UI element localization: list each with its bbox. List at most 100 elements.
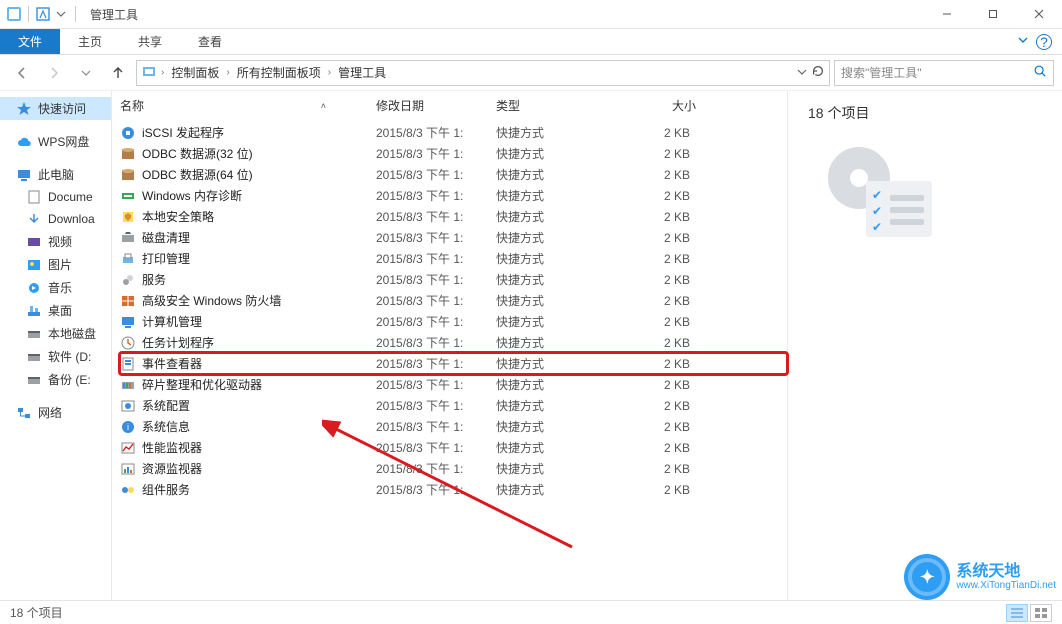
file-size: 2 KB	[616, 420, 696, 434]
file-row[interactable]: 资源监视器2015/8/3 下午 1:快捷方式2 KB	[120, 458, 787, 479]
file-size: 2 KB	[616, 273, 696, 287]
file-row[interactable]: 组件服务2015/8/3 下午 1:快捷方式2 KB	[120, 479, 787, 500]
ribbon-tab-home[interactable]: 主页	[60, 29, 120, 54]
file-size: 2 KB	[616, 252, 696, 266]
file-row[interactable]: 系统配置2015/8/3 下午 1:快捷方式2 KB	[120, 395, 787, 416]
file-row[interactable]: 本地安全策略2015/8/3 下午 1:快捷方式2 KB	[120, 206, 787, 227]
qat-dropdown-icon[interactable]	[53, 6, 69, 22]
file-type: 快捷方式	[496, 376, 616, 393]
nav-up-button[interactable]	[104, 59, 132, 87]
file-row[interactable]: iSCSI 发起程序2015/8/3 下午 1:快捷方式2 KB	[120, 122, 787, 143]
column-name[interactable]: 名称˄	[120, 97, 376, 114]
search-box[interactable]: 搜索"管理工具"	[834, 60, 1054, 86]
file-row[interactable]: 服务2015/8/3 下午 1:快捷方式2 KB	[120, 269, 787, 290]
sidebar-pc-child[interactable]: 图片	[0, 253, 111, 276]
chevron-right-icon[interactable]: ›	[226, 67, 229, 78]
sidebar-pc-child[interactable]: Docume	[0, 186, 111, 208]
view-large-button[interactable]	[1030, 604, 1052, 622]
file-row[interactable]: 性能监视器2015/8/3 下午 1:快捷方式2 KB	[120, 437, 787, 458]
nav-forward-button[interactable]	[40, 59, 68, 87]
crumb-control-panel[interactable]: 控制面板	[168, 64, 222, 81]
file-row[interactable]: ODBC 数据源(64 位)2015/8/3 下午 1:快捷方式2 KB	[120, 164, 787, 185]
folder-icon	[26, 349, 42, 365]
file-type: 快捷方式	[496, 166, 616, 183]
sidebar-quick-access[interactable]: 快速访问	[0, 97, 111, 120]
file-row[interactable]: 磁盘清理2015/8/3 下午 1:快捷方式2 KB	[120, 227, 787, 248]
file-type: 快捷方式	[496, 355, 616, 372]
maximize-button[interactable]	[970, 0, 1016, 29]
file-size: 2 KB	[616, 210, 696, 224]
file-type: 快捷方式	[496, 250, 616, 267]
ribbon-tab-share[interactable]: 共享	[120, 29, 180, 54]
file-type: 快捷方式	[496, 292, 616, 309]
close-button[interactable]	[1016, 0, 1062, 29]
file-name: 组件服务	[142, 481, 376, 498]
file-row[interactable]: 事件查看器2015/8/3 下午 1:快捷方式2 KB	[120, 353, 787, 374]
ribbon-file-tab[interactable]: 文件	[0, 29, 60, 54]
sidebar-pc-child[interactable]: 视频	[0, 230, 111, 253]
file-icon	[120, 209, 136, 225]
ribbon-expand-icon[interactable]	[1016, 33, 1030, 50]
chevron-right-icon[interactable]: ›	[161, 67, 164, 78]
file-row[interactable]: Windows 内存诊断2015/8/3 下午 1:快捷方式2 KB	[120, 185, 787, 206]
file-row[interactable]: 高级安全 Windows 防火墙2015/8/3 下午 1:快捷方式2 KB	[120, 290, 787, 311]
minimize-button[interactable]	[924, 0, 970, 29]
sidebar-pc-child[interactable]: 音乐	[0, 276, 111, 299]
nav-recent-dropdown[interactable]	[72, 59, 100, 87]
file-row[interactable]: i系统信息2015/8/3 下午 1:快捷方式2 KB	[120, 416, 787, 437]
column-date[interactable]: 修改日期	[376, 97, 496, 114]
address-bar[interactable]: › 控制面板 › 所有控制面板项 › 管理工具	[136, 60, 830, 86]
view-details-button[interactable]	[1006, 604, 1028, 622]
file-date: 2015/8/3 下午 1:	[376, 229, 496, 246]
file-icon	[120, 377, 136, 393]
sidebar-pc-child[interactable]: 桌面	[0, 299, 111, 322]
sidebar-network[interactable]: 网络	[0, 401, 111, 424]
file-date: 2015/8/3 下午 1:	[376, 334, 496, 351]
search-icon[interactable]	[1033, 64, 1047, 81]
file-icon	[120, 482, 136, 498]
file-row[interactable]: 打印管理2015/8/3 下午 1:快捷方式2 KB	[120, 248, 787, 269]
file-name: 系统信息	[142, 418, 376, 435]
sidebar-label: 此电脑	[38, 166, 74, 183]
file-size: 2 KB	[616, 357, 696, 371]
ribbon-help-icon[interactable]: ?	[1036, 34, 1052, 50]
file-name: 高级安全 Windows 防火墙	[142, 292, 376, 309]
chevron-right-icon[interactable]: ›	[328, 67, 331, 78]
watermark-en: www.XiTongTianDi.net	[956, 580, 1056, 591]
file-icon	[120, 440, 136, 456]
address-refresh-icon[interactable]	[811, 64, 825, 81]
column-type[interactable]: 类型	[496, 97, 616, 114]
file-icon	[120, 188, 136, 204]
file-size: 2 KB	[616, 315, 696, 329]
sidebar-label: 软件 (D:	[48, 348, 91, 365]
crumb-all-items[interactable]: 所有控制面板项	[234, 64, 324, 81]
file-size: 2 KB	[616, 231, 696, 245]
file-name: 打印管理	[142, 250, 376, 267]
watermark-logo: ✦ 系统天地 www.XiTongTianDi.net	[904, 554, 1056, 600]
file-type: 快捷方式	[496, 271, 616, 288]
file-type: 快捷方式	[496, 397, 616, 414]
file-row[interactable]: ODBC 数据源(32 位)2015/8/3 下午 1:快捷方式2 KB	[120, 143, 787, 164]
sidebar-pc-child[interactable]: Downloa	[0, 208, 111, 230]
nav-back-button[interactable]	[8, 59, 36, 87]
file-name: 性能监视器	[142, 439, 376, 456]
column-size[interactable]: 大小	[616, 97, 696, 114]
address-dropdown-icon[interactable]	[797, 66, 807, 80]
ribbon: 文件 主页 共享 查看 ?	[0, 29, 1062, 55]
sidebar-this-pc[interactable]: 此电脑	[0, 163, 111, 186]
file-type: 快捷方式	[496, 208, 616, 225]
sidebar-wps[interactable]: WPS网盘	[0, 130, 111, 153]
file-date: 2015/8/3 下午 1:	[376, 271, 496, 288]
sidebar-pc-child[interactable]: 本地磁盘	[0, 322, 111, 345]
crumb-admin-tools[interactable]: 管理工具	[335, 64, 389, 81]
file-row[interactable]: 碎片整理和优化驱动器2015/8/3 下午 1:快捷方式2 KB	[120, 374, 787, 395]
sidebar-pc-child[interactable]: 软件 (D:	[0, 345, 111, 368]
file-row[interactable]: 任务计划程序2015/8/3 下午 1:快捷方式2 KB	[120, 332, 787, 353]
ribbon-tab-view[interactable]: 查看	[180, 29, 240, 54]
file-row[interactable]: 计算机管理2015/8/3 下午 1:快捷方式2 KB	[120, 311, 787, 332]
qat-properties-icon[interactable]	[35, 6, 51, 22]
nav-row: › 控制面板 › 所有控制面板项 › 管理工具 搜索"管理工具"	[0, 55, 1062, 91]
sidebar-pc-child[interactable]: 备份 (E:	[0, 368, 111, 391]
titlebar: 管理工具	[0, 0, 1062, 29]
admin-tools-illustration: ✔ ✔ ✔	[828, 147, 938, 247]
